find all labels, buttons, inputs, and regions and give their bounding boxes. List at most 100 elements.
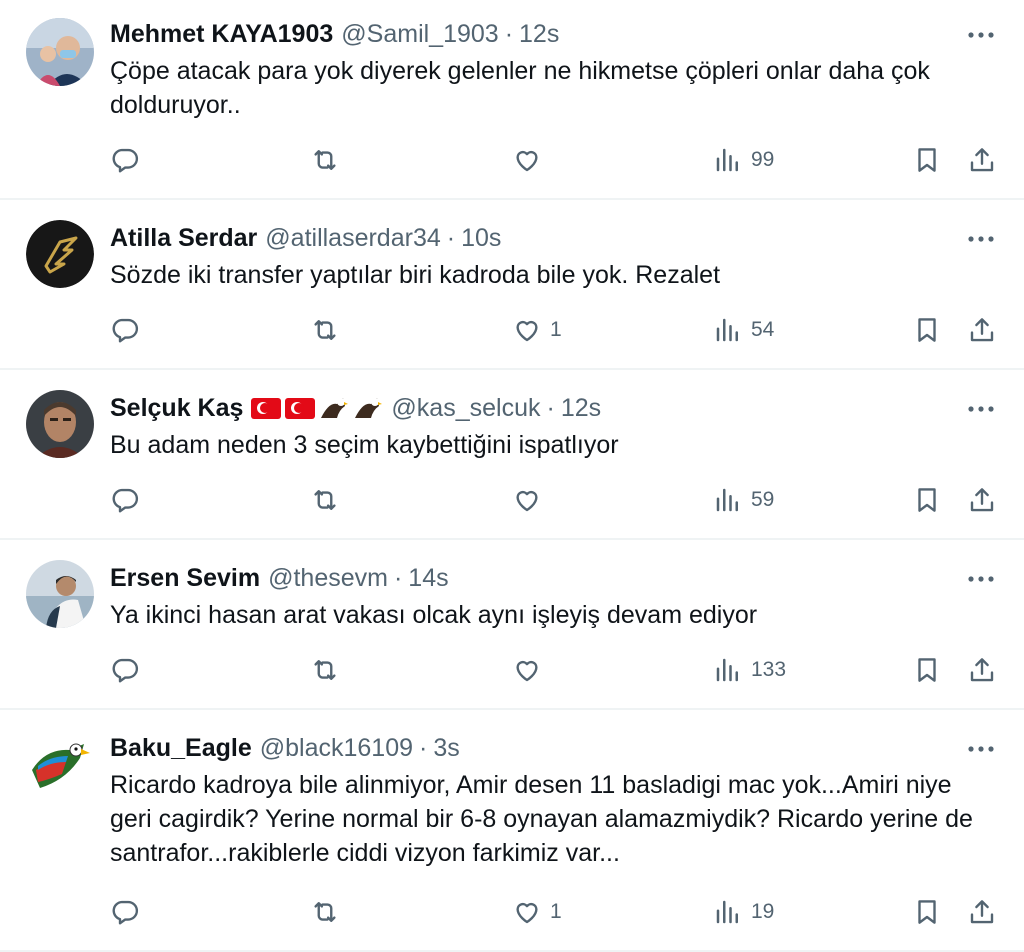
retweet-icon (314, 150, 336, 170)
retweet-button[interactable] (310, 485, 340, 515)
share-icon (970, 148, 994, 172)
separator-dot: · (393, 563, 403, 592)
turkey-flag-icon (251, 397, 282, 419)
separator-dot: · (504, 19, 514, 48)
share-button[interactable] (967, 897, 997, 927)
eagle-icon (321, 398, 349, 418)
timestamp[interactable]: 3s (433, 734, 459, 763)
views-button[interactable]: 19 (713, 897, 774, 927)
tweet-header: Baku_Eagle @black16109 · 3s (110, 732, 996, 764)
retweet-button[interactable] (310, 897, 340, 927)
views-chart-icon (716, 148, 738, 172)
tweet-actions: 59 (110, 483, 996, 517)
name-emojis (251, 394, 383, 422)
display-name[interactable]: Baku_Eagle (110, 734, 252, 763)
retweet-icon (314, 902, 336, 922)
handle[interactable]: @Samil_1903 (341, 20, 498, 49)
tweet-text: Sözde iki transfer yaptılar biri kadroda… (110, 261, 721, 289)
views-chart-icon (716, 488, 738, 512)
reply-button[interactable] (110, 315, 140, 345)
display-name[interactable]: Selçuk Kaş (110, 394, 243, 423)
more-options-icon[interactable] (966, 564, 996, 594)
timestamp[interactable]: 12s (561, 394, 601, 423)
share-button[interactable] (967, 315, 997, 345)
bookmark-button[interactable] (912, 145, 942, 175)
tweet-text: Ya ikinci hasan arat vakası olcak aynı i… (110, 601, 758, 629)
bookmark-button[interactable] (912, 655, 942, 685)
tweet-actions: 1 54 (110, 313, 996, 347)
views-count: 99 (751, 148, 775, 171)
reply-button[interactable] (110, 655, 140, 685)
like-button[interactable]: 1 (512, 897, 562, 927)
views-count: 59 (751, 488, 775, 511)
tweet-header: Ersen Sevim @thesevm · 14s (110, 562, 996, 594)
reply-icon (112, 488, 139, 513)
avatar[interactable] (26, 390, 94, 458)
tweet[interactable]: Mehmet KAYA1903 @Samil_1903 · 12s Çöpe a… (0, 0, 1024, 200)
display-name[interactable]: Mehmet KAYA1903 (110, 20, 333, 49)
more-options-icon[interactable] (966, 394, 996, 424)
like-button[interactable] (512, 145, 550, 175)
bookmark-icon (918, 318, 936, 342)
reply-button[interactable] (110, 897, 140, 927)
more-options-icon[interactable] (966, 224, 996, 254)
timestamp[interactable]: 14s (408, 564, 448, 593)
views-chart-icon (716, 900, 738, 924)
views-count: 133 (751, 658, 787, 681)
reply-button[interactable] (110, 485, 140, 515)
reply-icon (112, 658, 139, 683)
separator-dot: · (419, 733, 428, 762)
more-options-icon[interactable] (966, 734, 996, 764)
handle[interactable]: @black16109 (260, 734, 413, 763)
share-icon (970, 900, 994, 924)
retweet-button[interactable] (310, 655, 340, 685)
tweet-actions: 133 (110, 653, 996, 687)
avatar[interactable] (26, 220, 94, 288)
share-button[interactable] (967, 485, 997, 515)
tweet[interactable]: Atilla Serdar @atillaserdar34 · 10s Sözd… (0, 200, 1024, 370)
timestamp[interactable]: 12s (519, 20, 559, 49)
retweet-button[interactable] (310, 145, 340, 175)
tweet[interactable]: Baku_Eagle @black16109 · 3s Ricardo kadr… (0, 710, 1024, 952)
like-count: 1 (550, 900, 562, 923)
share-button[interactable] (967, 145, 997, 175)
views-button[interactable]: 54 (713, 315, 774, 345)
avatar[interactable] (26, 18, 94, 86)
views-button[interactable]: 99 (713, 145, 774, 175)
share-icon (970, 658, 994, 682)
like-button[interactable] (512, 655, 550, 685)
views-button[interactable]: 133 (713, 655, 786, 685)
heart-icon (516, 490, 538, 512)
heart-icon (516, 320, 538, 342)
avatar[interactable] (26, 730, 94, 798)
reply-icon (112, 900, 139, 925)
display-name[interactable]: Atilla Serdar (110, 224, 257, 253)
views-chart-icon (716, 658, 738, 682)
bookmark-button[interactable] (912, 315, 942, 345)
more-options-icon[interactable] (966, 20, 996, 50)
tweet[interactable]: Selçuk Kaş @kas_selcuk · 12s Bu adam ned… (0, 370, 1024, 540)
reply-button[interactable] (110, 145, 140, 175)
reply-feed: Mehmet KAYA1903 @Samil_1903 · 12s Çöpe a… (0, 0, 1024, 952)
like-button[interactable]: 1 (512, 315, 562, 345)
handle[interactable]: @thesevm (268, 564, 388, 593)
tweet[interactable]: Ersen Sevim @thesevm · 14s Ya ikinci has… (0, 540, 1024, 710)
like-button[interactable] (512, 485, 550, 515)
tweet-actions: 99 (110, 143, 996, 177)
tweet-actions: 1 19 (110, 895, 996, 929)
retweet-button[interactable] (310, 315, 340, 345)
handle[interactable]: @atillaserdar34 (265, 224, 440, 253)
share-button[interactable] (967, 655, 997, 685)
retweet-icon (314, 490, 336, 510)
handle[interactable]: @kas_selcuk (391, 394, 540, 423)
bookmark-button[interactable] (912, 485, 942, 515)
bookmark-button[interactable] (912, 897, 942, 927)
timestamp[interactable]: 10s (461, 224, 501, 253)
eagle-icon (355, 398, 383, 418)
share-icon (970, 318, 994, 342)
avatar[interactable] (26, 560, 94, 628)
views-button[interactable]: 59 (713, 485, 774, 515)
views-count: 54 (751, 318, 775, 341)
display-name[interactable]: Ersen Sevim (110, 564, 260, 593)
retweet-icon (314, 660, 336, 680)
